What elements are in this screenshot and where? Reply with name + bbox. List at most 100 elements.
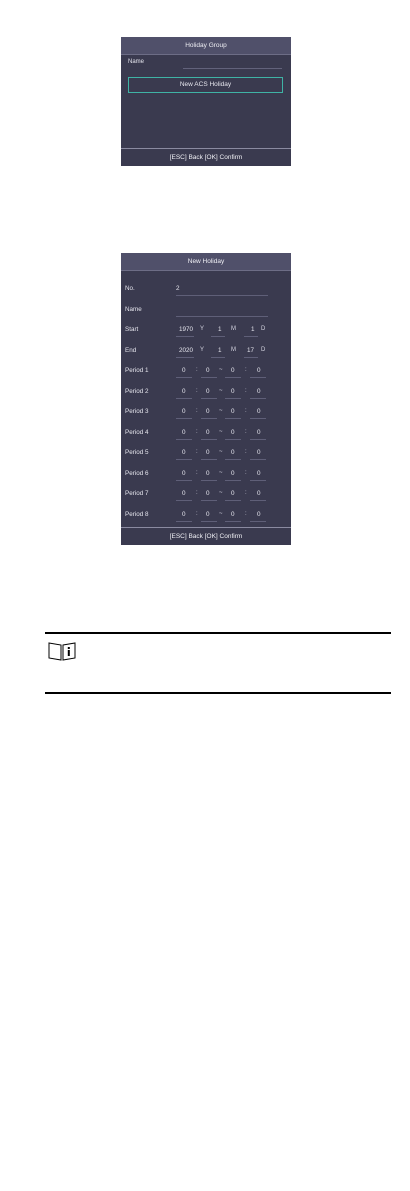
end-label: End [125,347,137,354]
end-hour-value: 0 [231,490,235,497]
end-day-field[interactable] [244,357,258,358]
start-hour-value: 0 [182,490,186,497]
start-hour-field[interactable] [176,438,192,440]
time-colon: : [196,510,198,517]
no-field[interactable] [176,295,268,296]
end-minute-value: 0 [257,469,261,477]
end-hour-field[interactable] [225,500,241,501]
time-colon: : [245,428,247,435]
holiday-list-item[interactable]: New ACS Holiday [128,77,283,93]
range-dash: ~ [219,387,223,394]
end-minute-field[interactable] [250,459,266,460]
start-minute-field[interactable] [201,418,217,419]
name-label: Name [128,59,145,65]
time-colon: : [196,387,198,394]
start-hour-field[interactable] [176,397,192,399]
end-minute-value: 0 [257,408,261,415]
no-label: No. [125,285,135,292]
end-hour-field[interactable] [225,479,241,481]
start-minute-field[interactable] [201,520,217,522]
start-minute-field[interactable] [201,500,217,501]
start-minute-field[interactable] [201,397,217,399]
end-hour-field[interactable] [225,418,241,419]
start-hour-field[interactable] [176,459,192,460]
start-minute-value: 0 [206,367,210,374]
end-minute-value: 0 [257,367,261,374]
start-minute-value: 0 [206,449,210,456]
start-hour-field[interactable] [176,377,192,378]
end-hour-value: 0 [231,408,235,415]
year-unit: Y [200,326,205,332]
end-minute-value: 0 [257,490,261,497]
range-dash: ~ [219,367,223,373]
start-year-field[interactable] [176,336,194,337]
start-hour-value: 0 [182,428,186,436]
start-hour-value: 0 [182,510,186,518]
period-label: Period 8 [125,510,149,518]
start-minute-field[interactable] [201,377,217,378]
end-minute-value: 0 [257,428,261,436]
start-month-field[interactable] [211,336,225,337]
end-day: 17 [247,347,255,354]
range-dash: ~ [219,469,223,476]
end-month: 1 [218,347,222,354]
month-unit: M [231,347,236,353]
start-minute-field[interactable] [201,479,217,481]
time-colon: : [196,469,198,476]
end-hour-value: 0 [231,449,235,456]
time-colon: : [245,469,247,476]
start-hour-field[interactable] [176,500,192,501]
footer-hint: [ESC] Back [OK] Confirm [121,527,291,545]
start-minute-value: 0 [206,428,210,436]
end-minute-field[interactable] [250,479,266,481]
end-minute-value: 0 [257,387,261,395]
name-field[interactable] [176,316,268,317]
end-minute-field[interactable] [250,438,266,440]
footer-hint: [ESC] Back [OK] Confirm [121,148,291,166]
end-hour-field[interactable] [225,397,241,399]
time-colon: : [245,510,247,517]
period-label: Period 2 [125,387,149,395]
end-row: End 2020 Y 1 M 17 D [121,344,291,358]
start-minute-value: 0 [206,387,210,395]
range-dash: ~ [219,449,223,455]
end-hour-field[interactable] [225,520,241,522]
time-colon: : [196,408,198,414]
start-hour-field[interactable] [176,479,192,481]
range-dash: ~ [219,428,223,435]
start-hour-field[interactable] [176,418,192,419]
name-label: Name [125,306,142,313]
period-label: Period 1 [125,367,149,374]
period-row: Period 5 0: 0 ~0: 0 [121,446,291,460]
end-hour-value: 0 [231,387,235,395]
period-row: Period 4 0: 0 ~0: 0 [121,426,291,440]
end-minute-field[interactable] [250,418,266,419]
end-month-field[interactable] [211,357,225,358]
period-row: Period 7 0: 0 ~0: 0 [121,487,291,501]
name-field[interactable] [183,68,282,69]
period-label: Period 3 [125,408,149,415]
end-hour-field[interactable] [225,377,241,378]
start-label: Start [125,326,139,333]
end-minute-field[interactable] [250,520,266,522]
no-row: No. 2 [121,282,291,296]
start-hour-field[interactable] [176,520,192,522]
end-hour-field[interactable] [225,438,241,440]
range-dash: ~ [219,510,223,517]
day-unit: D [261,326,266,332]
start-minute-field[interactable] [201,459,217,460]
start-minute-field[interactable] [201,438,217,440]
end-hour-value: 0 [231,510,235,518]
start-day-field[interactable] [244,336,258,337]
end-hour-field[interactable] [225,459,241,460]
end-year-field[interactable] [176,357,194,358]
start-day: 1 [251,326,255,333]
end-hour-value: 0 [231,428,235,436]
start-month: 1 [218,326,222,333]
start-hour-value: 0 [182,469,186,477]
end-minute-field[interactable] [250,500,266,501]
end-minute-field[interactable] [250,397,266,399]
start-minute-value: 0 [206,490,210,497]
end-minute-field[interactable] [250,377,266,378]
time-colon: : [245,408,247,414]
